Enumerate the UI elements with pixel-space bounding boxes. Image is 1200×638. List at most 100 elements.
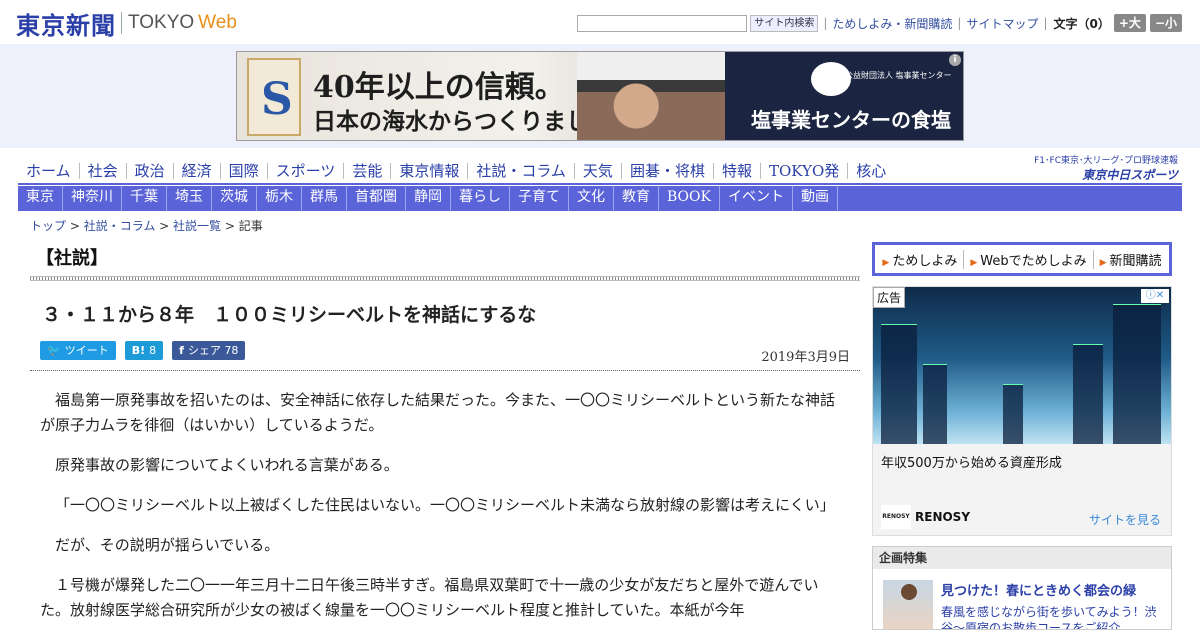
font-bigger-button[interactable]: +大 [1113,14,1146,32]
region-nav-item-11[interactable]: 文化 [569,186,614,211]
banner-product-name: 塩事業センターの食塩 [751,108,951,132]
nav-item-0[interactable]: ホーム [18,163,79,179]
nav-item-7[interactable]: 東京情報 [390,163,467,179]
web-trial-read-link[interactable]: ▶ Webでためしよみ [963,249,1092,269]
header-divider: | [823,16,828,30]
logo-text-web: Web [198,12,237,33]
nav-item-11[interactable]: 特報 [712,163,760,179]
region-nav-item-4[interactable]: 茨城 [212,186,257,211]
trial-read-link[interactable]: ▶ ためしよみ [876,250,963,269]
banner-area: S 40年以上の信頼。 日本の海水からつくりました。 公益財団法人 塩事業センタ… [0,44,1200,148]
region-nav-item-1[interactable]: 神奈川 [63,186,122,211]
ad-text: 年収500万から始める資産形成 [881,456,1062,471]
region-nav-item-10[interactable]: 子育て [510,186,569,211]
breadcrumb: トップ > 社説・コラム > 社説一覧 > 記事 [30,217,263,234]
main-nav: ホーム 社会 政治 経済 国際 スポーツ 芸能 東京情報 社説・コラム 天気 囲碁・将棋 特報 TOKY… [18,160,894,182]
region-nav-item-7[interactable]: 首都圏 [347,186,406,211]
trial-subscribe-link[interactable]: ためしよみ・新聞購読 [832,15,952,32]
article-paragraph: 福島第一原発事故を招いたのは、安全神話に依存した結果だった。今また、一〇〇ミリシ… [40,391,836,434]
trial-read-label: ためしよみ [892,253,958,269]
region-nav-item-0[interactable]: 東京 [18,186,63,211]
logo-text-en: TOKYO [128,12,195,33]
article-headline: ３・１１から８年 １００ミリシーベルトを神話にするな [42,304,537,326]
region-nav-item-14[interactable]: イベント [720,186,793,211]
arrow-right-icon: ▶ [970,257,978,268]
region-nav-item-9[interactable]: 暮らし [451,186,510,211]
hatena-bookmark-button[interactable]: B! 8 [124,341,164,360]
chef-photo [577,52,725,140]
logo-divider [121,12,122,34]
site-header: 東京新聞 TOKYO Web サイト内検索 | ためしよみ・新聞購読 | サイト… [0,0,1200,44]
region-nav-item-8[interactable]: 静岡 [406,186,451,211]
nav-item-6[interactable]: 芸能 [343,163,390,179]
logo-text-jp: 東京新聞 [16,10,116,40]
region-nav-item-15[interactable]: 動画 [793,186,838,211]
article-paragraph: だが、その説明が揺らいでいる。 [55,536,280,554]
breadcrumb-sep: > [221,219,239,233]
section-title: 【社説】 [36,248,108,269]
banner-ad[interactable]: S 40年以上の信頼。 日本の海水からつくりました。 公益財団法人 塩事業センタ… [236,51,964,141]
nav-item-5[interactable]: スポーツ [266,163,344,179]
chunichi-logo: 東京中日スポーツ [1082,168,1178,182]
breadcrumb-top[interactable]: トップ [30,219,66,233]
site-logo[interactable]: 東京新聞 TOKYO Web [16,8,237,40]
breadcrumb-current: 記事 [238,219,263,233]
breadcrumb-editorial-list[interactable]: 社説一覧 [173,219,221,233]
ad-label: 広告 [873,287,906,308]
subscribe-promo: ▶ ためしよみ ▶ Webでためしよみ ▶ 新聞購読 [872,242,1172,276]
font-size-label: 文字（0） [1053,16,1110,31]
region-nav-item-13[interactable]: BOOK [659,186,720,211]
region-nav-item-6[interactable]: 群馬 [302,186,347,211]
banner-right-panel: 公益財団法人 塩事業センター 塩事業センターの食塩 [725,52,963,140]
sidebar-ad[interactable]: 広告 ⓘ✕ 年収500万から始める資産形成 RENOSY RENOSY サイトを… [872,286,1172,536]
chunichi-tagline: F1･FC東京･大リーグ･プロ野球速報 [1034,156,1178,166]
feature-thumbnail[interactable] [883,580,933,629]
sitemap-link[interactable]: サイトマップ [966,15,1038,32]
font-smaller-button[interactable]: −小 [1149,14,1182,32]
share-buttons: 🐦 ツイート B! 8 f シェア 78 [40,341,254,360]
region-nav-item-2[interactable]: 千葉 [122,186,167,211]
ad-building [923,364,947,444]
nav-item-8[interactable]: 社説・コラム [467,163,574,179]
header-divider: | [1043,16,1048,30]
site-search-button[interactable]: サイト内検索 [750,14,819,32]
nav-item-10[interactable]: 囲碁・将棋 [620,163,713,179]
ad-building [1113,304,1161,444]
article-paragraph: 原発事故の影響についてよくいわれる言葉がある。 [55,456,399,474]
nav-divider [18,183,1182,185]
ad-city-image [873,287,1171,444]
ad-brand-logo: RENOSY [881,505,911,529]
ad-choices-icon[interactable]: ⓘ✕ [1141,289,1169,303]
ad-visit-site-link[interactable]: サイトを見る [1089,511,1161,528]
subscribe-link[interactable]: ▶ 新聞購読 [1092,249,1168,269]
feature-description: 春風を感じながら街を歩いてみよう！渋谷～原宿のお散歩コースをご紹介 [941,605,1157,630]
tweet-button[interactable]: 🐦 ツイート [40,341,116,360]
ad-info-icon[interactable]: i [949,54,961,66]
hatena-icon: B! [131,344,146,357]
nav-item-13[interactable]: 核心 [847,163,894,179]
nav-item-1[interactable]: 社会 [78,163,126,179]
nav-item-12[interactable]: TOKYO発 [759,163,847,179]
chunichi-sports-link[interactable]: F1･FC東京･大リーグ･プロ野球速報 東京中日スポーツ [1034,153,1178,183]
ad-building [881,324,917,444]
facebook-share-button[interactable]: f シェア 78 [172,341,246,360]
breadcrumb-editorial[interactable]: 社説・コラム [84,219,156,233]
nav-item-4[interactable]: 国際 [219,163,267,179]
banner-headline: 40年以上の信頼。 [313,70,565,105]
twitter-icon: 🐦 [47,344,61,357]
article-divider [30,370,860,371]
breadcrumb-sep: > [155,219,174,233]
region-nav-item-5[interactable]: 栃木 [257,186,302,211]
arrow-right-icon: ▶ [882,257,890,268]
header-divider: | [957,16,962,30]
nav-item-2[interactable]: 政治 [125,163,173,179]
nav-item-9[interactable]: 天気 [573,163,621,179]
region-nav-item-3[interactable]: 埼玉 [167,186,212,211]
nav-item-3[interactable]: 経済 [172,163,220,179]
feature-heading: 企画特集 [873,547,1171,569]
feature-title-link[interactable]: 見つけた！春にときめく都会の緑 [941,580,1136,599]
web-trial-read-label: Webでためしよみ [980,253,1087,269]
site-search-input[interactable] [577,14,748,32]
banner-left-panel: S 40年以上の信頼。 日本の海水からつくりました。 [237,52,725,140]
region-nav-item-12[interactable]: 教育 [614,186,659,211]
